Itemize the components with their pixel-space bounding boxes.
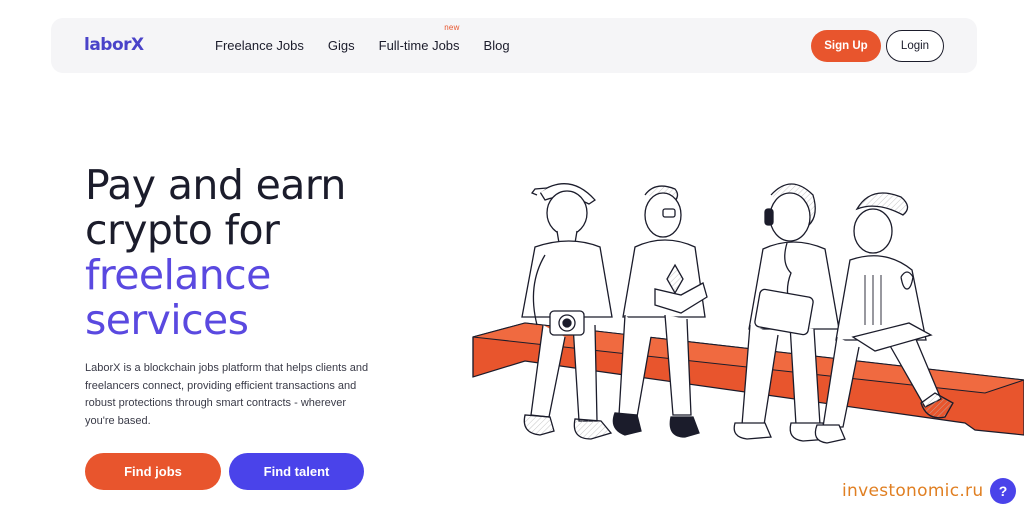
top-navbar: laborX Freelance Jobs Gigs Full-time Job… <box>51 18 977 73</box>
new-badge: new <box>444 23 460 32</box>
nav-freelance-jobs-label: Freelance Jobs <box>215 38 304 53</box>
find-jobs-button[interactable]: Find jobs <box>85 453 221 490</box>
hero-title-line-1: Pay and earn <box>85 161 346 209</box>
sign-up-button[interactable]: Sign Up <box>811 30 881 62</box>
four-people-sitting-on-bench-illustration <box>472 183 1024 444</box>
hero-description: LaborX is a blockchain jobs platform tha… <box>85 362 369 427</box>
nav-gigs-label: Gigs <box>327 38 355 53</box>
nav-full-time-jobs[interactable]: Full-time Jobs new <box>378 23 460 53</box>
hero-title-line-3: freelance <box>85 251 271 299</box>
nav-gigs[interactable]: Gigs <box>328 38 355 53</box>
nav-full-time-jobs-label: Full-time Jobs <box>378 38 460 53</box>
hero-title: Pay and earn crypto for freelance servic… <box>85 163 465 343</box>
question-mark-icon[interactable]: ? <box>990 478 1016 504</box>
laborx-logo[interactable]: laborX <box>84 35 144 55</box>
nav-blog-label: Blog <box>483 38 510 53</box>
person-with-camera <box>521 183 613 440</box>
nav-freelance-jobs[interactable]: Freelance Jobs <box>215 38 304 53</box>
find-talent-button[interactable]: Find talent <box>229 453 364 490</box>
hero-title-line-2: crypto for <box>85 206 280 254</box>
hero-title-line-4: services <box>85 296 249 344</box>
login-button[interactable]: Login <box>886 30 944 62</box>
watermark-text: investonomic.ru <box>842 481 984 501</box>
main-nav: Freelance Jobs Gigs Full-time Jobs new B… <box>215 18 534 73</box>
person-with-book <box>612 185 708 438</box>
nav-blog[interactable]: Blog <box>484 38 510 53</box>
